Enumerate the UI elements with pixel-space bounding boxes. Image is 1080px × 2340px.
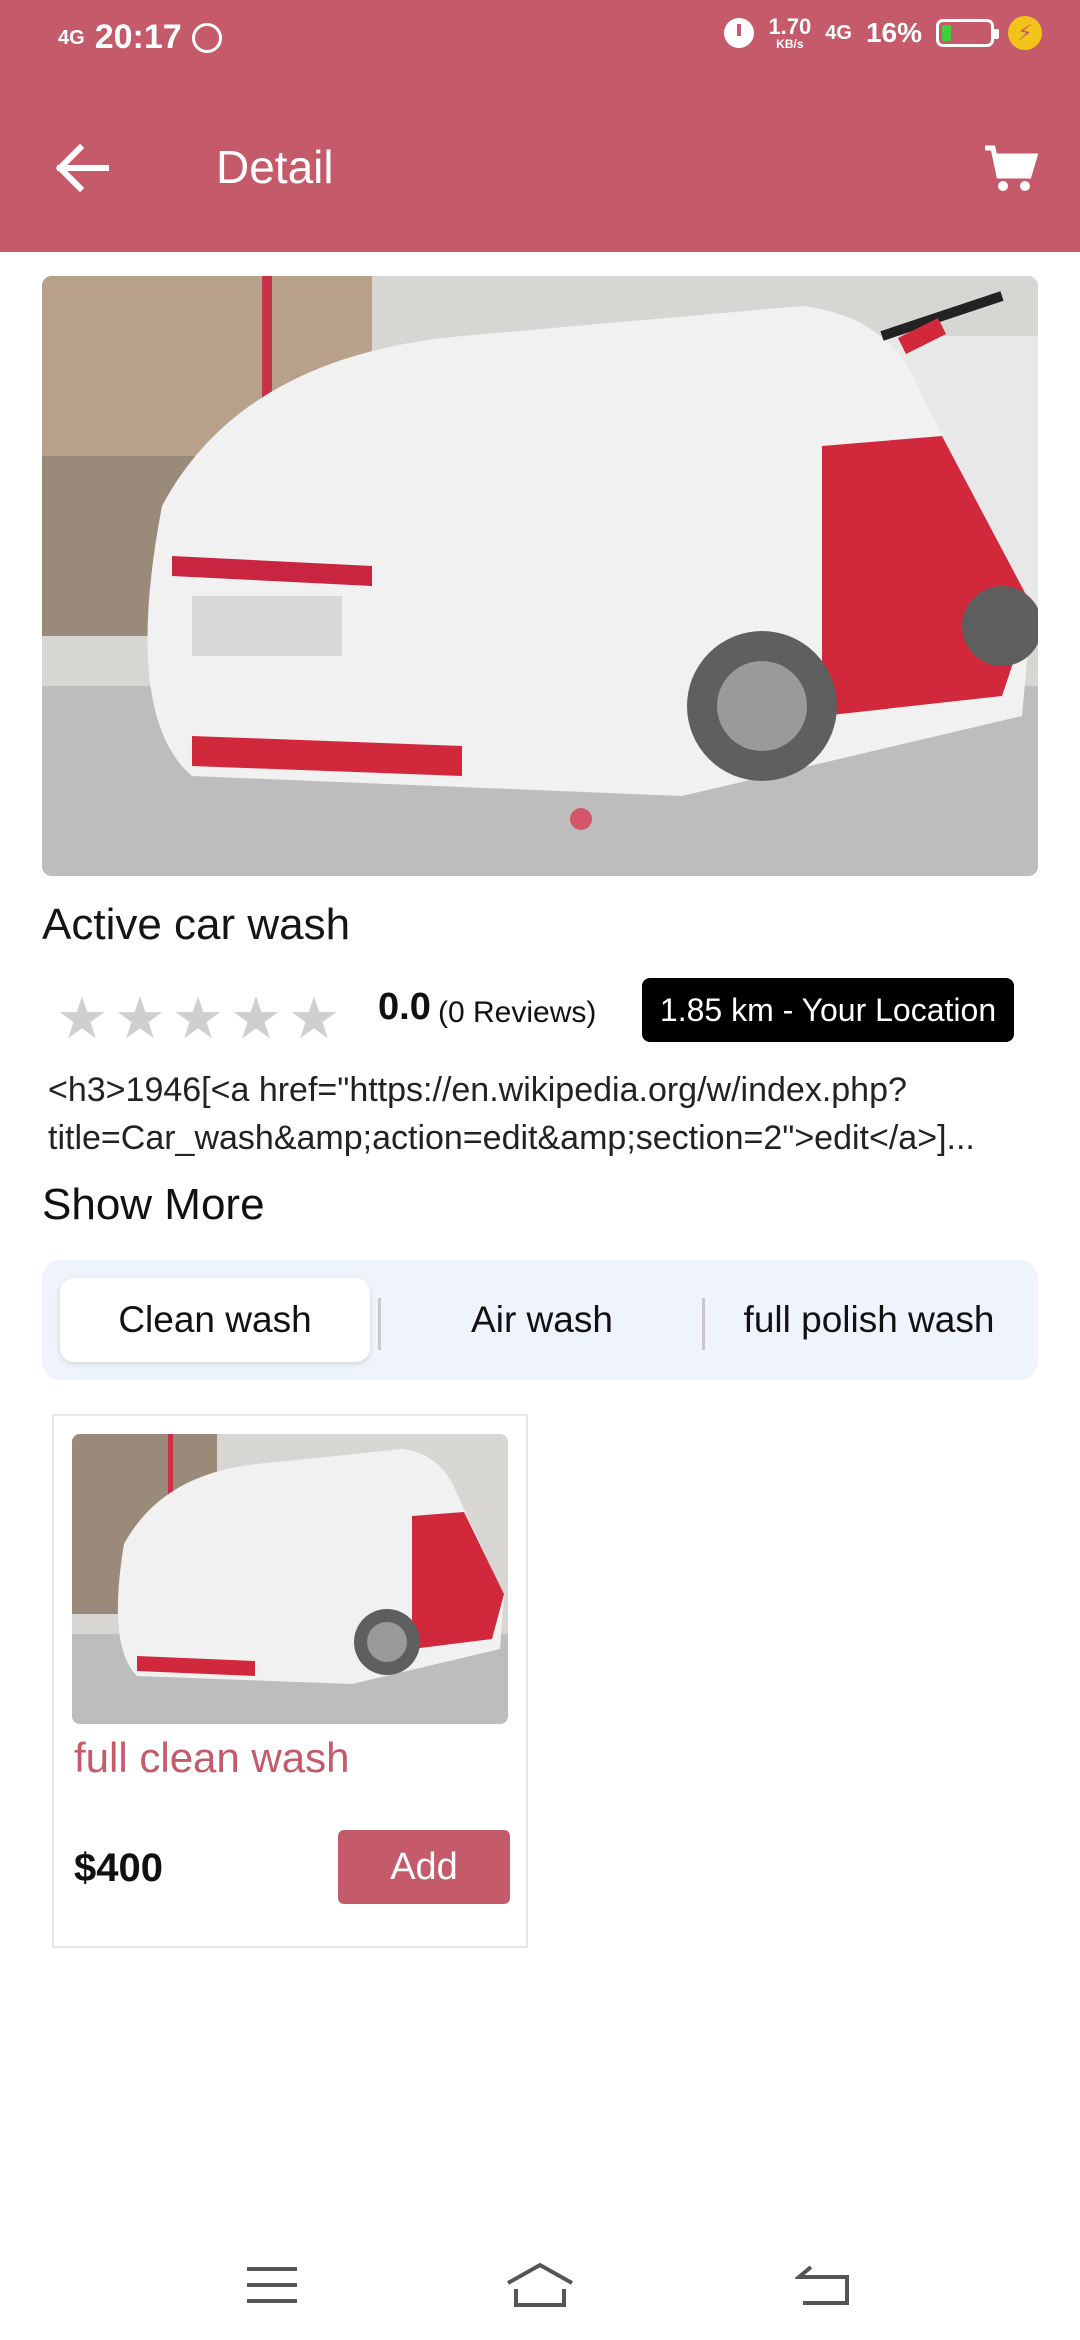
- star-icon: ★: [114, 986, 166, 1051]
- location-badge: 1.85 km - Your Location: [642, 978, 1014, 1042]
- tab-divider: [702, 1298, 705, 1350]
- rating-value: 0.0: [378, 986, 431, 1028]
- service-card[interactable]: full clean wash $400 Add: [52, 1414, 528, 1948]
- star-icon: ★: [56, 986, 108, 1051]
- show-more-link[interactable]: Show More: [42, 1180, 265, 1230]
- star-icon: ★: [172, 986, 224, 1051]
- network-indicator-right: 4G: [825, 21, 852, 44]
- system-nav-bar: [0, 2230, 1080, 2340]
- tab-divider: [378, 1298, 381, 1350]
- service-price: $400: [74, 1846, 163, 1890]
- back-icon: [795, 2265, 849, 2305]
- service-image: [72, 1434, 508, 1724]
- car-wash-thumbnail: [72, 1434, 508, 1724]
- page-title: Detail: [216, 141, 334, 193]
- carousel-indicator: [570, 808, 592, 830]
- app-bar: Detail: [0, 84, 1080, 252]
- clock: 20:17: [94, 18, 182, 56]
- network-speed: 1.70 KB/s: [768, 14, 812, 51]
- battery-icon: [936, 19, 999, 47]
- shop-name: Active car wash: [42, 900, 351, 949]
- arrow-left-icon: [55, 144, 109, 192]
- home-icon: [507, 2262, 573, 2307]
- service-name: full clean wash: [74, 1734, 350, 1781]
- service-tabs: Clean wash Air wash full polish wash: [42, 1260, 1038, 1380]
- status-left: 4G 20:17: [58, 18, 222, 57]
- car-wash-image: [42, 276, 1038, 876]
- shop-image-carousel[interactable]: [42, 276, 1038, 876]
- menu-button[interactable]: [232, 2250, 312, 2320]
- tab-clean-wash[interactable]: Clean wash: [60, 1278, 370, 1362]
- rating-stars: ★ ★ ★ ★ ★: [56, 990, 340, 1048]
- shop-description: <h3>1946[<a href="https://en.wikipedia.o…: [48, 1071, 975, 1157]
- speed-value: 1.70: [768, 14, 812, 39]
- star-icon: ★: [288, 986, 340, 1051]
- charging-icon: ⚡: [1008, 16, 1042, 50]
- speed-unit: KB/s: [776, 37, 804, 51]
- home-button[interactable]: [500, 2250, 580, 2320]
- star-icon: ★: [230, 986, 282, 1051]
- tab-air-wash[interactable]: Air wash: [392, 1278, 692, 1362]
- status-bar: 4G 20:17 1.70 KB/s 4G 16% ⚡: [0, 0, 1080, 84]
- alarm-icon: [724, 18, 755, 48]
- tab-full-polish-wash[interactable]: full polish wash: [714, 1278, 1024, 1362]
- battery-level: [942, 25, 951, 41]
- add-button[interactable]: Add: [338, 1830, 510, 1904]
- whatsapp-icon: [191, 22, 222, 53]
- menu-icon: [247, 2267, 297, 2303]
- back-button[interactable]: [44, 130, 120, 206]
- system-back-button[interactable]: [784, 2250, 864, 2320]
- top-bar: 4G 20:17 1.70 KB/s 4G 16% ⚡ Detail: [0, 0, 1080, 252]
- network-indicator: 4G: [58, 26, 85, 49]
- status-right: 1.70 KB/s 4G 16% ⚡: [724, 16, 1042, 50]
- battery-percent: 16%: [865, 17, 922, 48]
- cart-icon: [985, 145, 1039, 191]
- review-count: (0 Reviews): [438, 996, 597, 1029]
- cart-button[interactable]: [976, 134, 1046, 204]
